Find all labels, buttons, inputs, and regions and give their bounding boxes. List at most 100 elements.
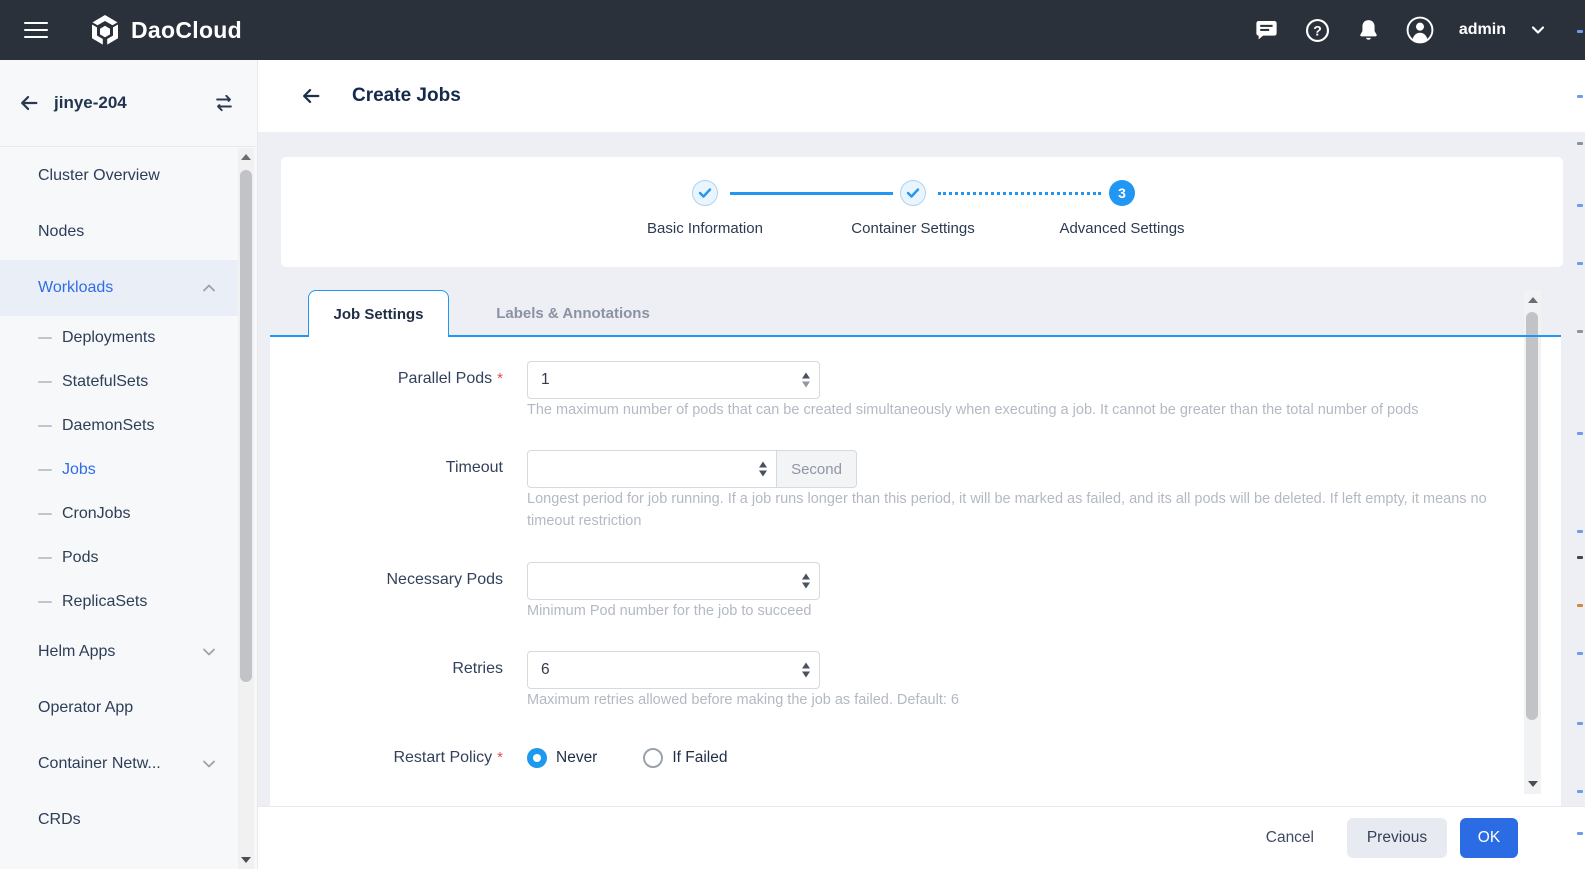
step-connector bbox=[730, 192, 893, 195]
parallel-pods-label: Parallel Pods* bbox=[270, 370, 503, 388]
sidebar-item-cronjobs[interactable]: CronJobs bbox=[0, 492, 238, 536]
timeout-input[interactable] bbox=[528, 451, 776, 487]
back-icon[interactable] bbox=[300, 85, 322, 107]
sidebar-cluster-header: jinye-204 bbox=[0, 60, 257, 147]
dash-icon bbox=[38, 601, 52, 604]
sidebar-item-nodes[interactable]: Nodes bbox=[0, 204, 238, 260]
stepper-arrows-icon[interactable] bbox=[802, 574, 810, 589]
necessary-pods-help: Minimum Pod number for the job to succee… bbox=[527, 600, 1537, 622]
radio-never-label[interactable]: Never bbox=[556, 749, 597, 767]
necessary-pods-input[interactable] bbox=[528, 563, 819, 599]
back-icon[interactable] bbox=[18, 92, 40, 114]
content-scrollbar[interactable] bbox=[1524, 290, 1541, 794]
step-connector-dotted bbox=[938, 192, 1101, 195]
scroll-up-icon[interactable] bbox=[1528, 297, 1538, 303]
stepper-arrows-icon[interactable] bbox=[802, 373, 810, 388]
sidebar-item-statefulsets[interactable]: StatefulSets bbox=[0, 360, 238, 404]
form-footer: Cancel Previous OK bbox=[258, 806, 1585, 869]
step-label-basic-information: Basic Information bbox=[595, 220, 815, 237]
chevron-down-icon bbox=[202, 759, 216, 769]
user-name[interactable]: admin bbox=[1459, 21, 1506, 39]
retries-input-wrap bbox=[527, 651, 820, 689]
stepper: 3 Basic Information Container Settings A… bbox=[281, 157, 1563, 267]
cluster-name: jinye-204 bbox=[54, 93, 127, 113]
sidebar-item-container-network[interactable]: Container Netw... bbox=[0, 736, 238, 792]
step-1-done-icon bbox=[692, 180, 718, 206]
scroll-down-icon[interactable] bbox=[1528, 781, 1538, 787]
ok-button[interactable]: OK bbox=[1460, 818, 1518, 858]
necessary-pods-label: Necessary Pods bbox=[270, 571, 503, 589]
daocloud-logo bbox=[88, 13, 122, 47]
page-header: Create Jobs bbox=[258, 60, 1585, 132]
sidebar-item-workloads[interactable]: Workloads bbox=[0, 260, 238, 316]
brand[interactable]: DaoCloud bbox=[88, 13, 242, 47]
step-label-container-settings: Container Settings bbox=[803, 220, 1023, 237]
minimap-strip bbox=[1575, 0, 1585, 869]
sidebar-item-jobs[interactable]: Jobs bbox=[0, 448, 238, 492]
scrollbar-thumb[interactable] bbox=[1526, 312, 1538, 720]
chevron-up-icon bbox=[202, 283, 216, 293]
parallel-pods-input[interactable] bbox=[528, 362, 819, 398]
sidebar-item-pods[interactable]: Pods bbox=[0, 536, 238, 580]
tab-underline bbox=[270, 335, 1561, 337]
step-label-advanced-settings: Advanced Settings bbox=[1012, 220, 1232, 237]
dash-icon bbox=[38, 469, 52, 472]
parallel-pods-input-wrap bbox=[527, 361, 820, 399]
sidebar: jinye-204 Cluster Overview Nodes Workloa… bbox=[0, 60, 258, 869]
necessary-pods-input-wrap bbox=[527, 562, 820, 600]
scroll-down-icon[interactable] bbox=[241, 857, 251, 863]
sidebar-item-deployments[interactable]: Deployments bbox=[0, 316, 238, 360]
timeout-help: Longest period for job running. If a job… bbox=[527, 488, 1507, 532]
required-marker: * bbox=[497, 749, 503, 766]
restart-policy-options: Never If Failed bbox=[527, 748, 774, 768]
previous-button[interactable]: Previous bbox=[1347, 818, 1447, 858]
scroll-up-icon[interactable] bbox=[241, 154, 251, 160]
avatar-icon[interactable] bbox=[1406, 16, 1434, 44]
sidebar-item-crds[interactable]: CRDs bbox=[0, 792, 238, 848]
required-marker: * bbox=[497, 370, 503, 387]
chevron-down-icon bbox=[202, 647, 216, 657]
hamburger-icon[interactable] bbox=[24, 17, 48, 43]
cancel-button[interactable]: Cancel bbox=[1266, 829, 1314, 847]
topbar: DaoCloud ? bbox=[0, 0, 1585, 60]
tab-job-settings[interactable]: Job Settings bbox=[308, 290, 449, 337]
stepper-arrows-icon[interactable] bbox=[802, 663, 810, 678]
retries-label: Retries bbox=[270, 660, 503, 678]
stepper-arrows-icon[interactable] bbox=[759, 462, 767, 477]
parallel-pods-help: The maximum number of pods that can be c… bbox=[527, 399, 1537, 421]
radio-if-failed-label[interactable]: If Failed bbox=[672, 749, 727, 767]
retries-help: Maximum retries allowed before making th… bbox=[527, 689, 1537, 711]
dash-icon bbox=[38, 513, 52, 516]
sidebar-nav: Cluster Overview Nodes Workloads Deploym… bbox=[0, 148, 238, 848]
page-title: Create Jobs bbox=[352, 85, 461, 107]
bell-icon[interactable] bbox=[1355, 16, 1383, 44]
svg-text:?: ? bbox=[1314, 22, 1323, 38]
dash-icon bbox=[38, 381, 52, 384]
help-icon[interactable]: ? bbox=[1304, 16, 1332, 44]
sidebar-item-replicasets[interactable]: ReplicaSets bbox=[0, 580, 238, 624]
radio-if-failed[interactable] bbox=[643, 748, 663, 768]
sidebar-item-daemonsets[interactable]: DaemonSets bbox=[0, 404, 238, 448]
sidebar-item-cluster-overview[interactable]: Cluster Overview bbox=[0, 148, 238, 204]
dash-icon bbox=[38, 557, 52, 560]
job-settings-form: Parallel Pods* The maximum number of pod… bbox=[270, 337, 1561, 806]
restart-policy-label: Restart Policy* bbox=[270, 749, 503, 767]
sidebar-item-helm-apps[interactable]: Helm Apps bbox=[0, 624, 238, 680]
sidebar-item-operator-app[interactable]: Operator App bbox=[0, 680, 238, 736]
brand-name: DaoCloud bbox=[131, 17, 242, 44]
switch-cluster-icon[interactable] bbox=[213, 92, 235, 114]
timeout-label: Timeout bbox=[270, 459, 503, 477]
step-3-badge: 3 bbox=[1109, 180, 1135, 206]
sidebar-scrollbar[interactable] bbox=[238, 148, 254, 869]
timeout-unit: Second bbox=[777, 450, 857, 488]
radio-never-selected[interactable] bbox=[527, 748, 547, 768]
main-area: Create Jobs 3 Basic Information Containe… bbox=[258, 60, 1585, 869]
step-2-done-icon bbox=[900, 180, 926, 206]
chevron-down-icon[interactable] bbox=[1529, 21, 1547, 39]
tab-labels-annotations[interactable]: Labels & Annotations bbox=[488, 290, 658, 337]
dash-icon bbox=[38, 337, 52, 340]
scrollbar-thumb[interactable] bbox=[240, 170, 252, 682]
timeout-input-wrap bbox=[527, 450, 777, 488]
retries-input[interactable] bbox=[528, 652, 819, 688]
message-icon[interactable] bbox=[1253, 16, 1281, 44]
